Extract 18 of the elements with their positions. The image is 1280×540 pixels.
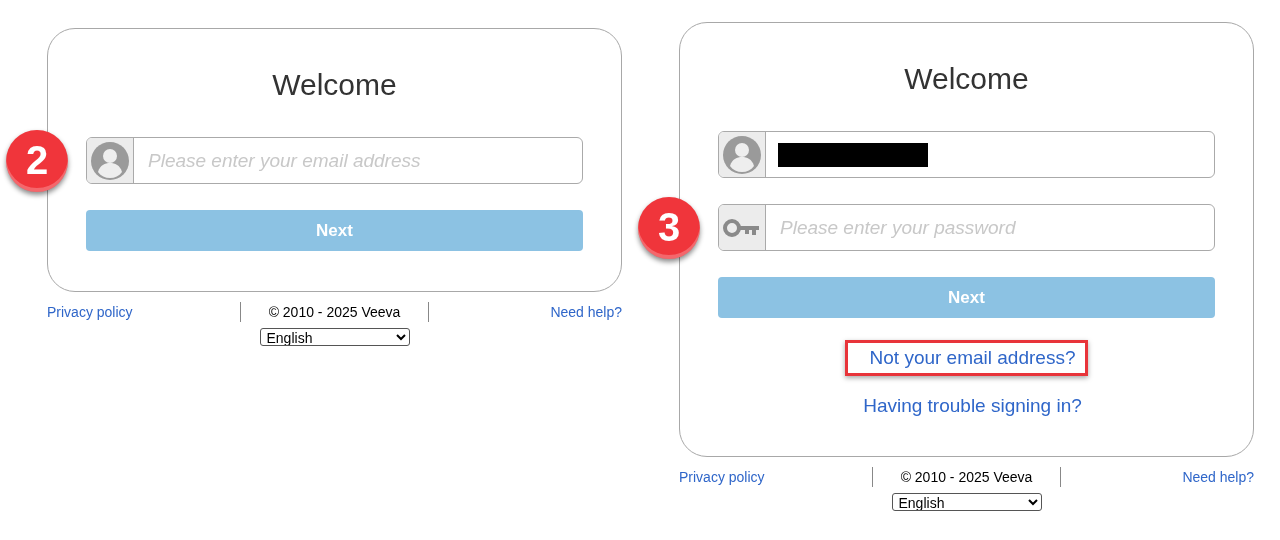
privacy-link[interactable]: Privacy policy	[679, 469, 872, 485]
step-badge: 3	[638, 196, 700, 259]
highlighted-link[interactable]: Not your email address?	[844, 340, 1089, 376]
copyright-text: © 2010 - 2025 Veeva	[268, 304, 401, 320]
help-link[interactable]: Need help?	[429, 304, 622, 320]
key-icon	[723, 217, 761, 238]
user-icon	[90, 140, 130, 181]
language-select[interactable]: English	[891, 493, 1042, 511]
welcome-title: Welcome	[271, 67, 398, 103]
welcome-title: Welcome	[903, 61, 1030, 97]
copyright-text: © 2010 - 2025 Veeva	[900, 469, 1033, 485]
email-field[interactable]	[718, 131, 1215, 178]
help-link[interactable]: Need help?	[1061, 469, 1254, 485]
help-link[interactable]: Having trouble signing in?	[838, 388, 1095, 424]
language-select[interactable]: English	[259, 328, 410, 346]
step-badge: 2	[6, 129, 68, 192]
privacy-link[interactable]: Privacy policy	[47, 304, 240, 320]
user-icon	[722, 134, 762, 175]
